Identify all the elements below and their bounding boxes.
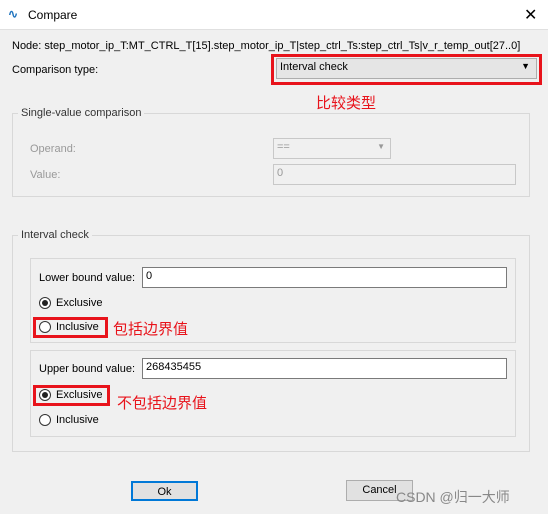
interval-title: Interval check [18,229,92,241]
radio-label: Exclusive [56,297,103,309]
ok-button[interactable]: Ok [131,481,198,501]
radio-label: Exclusive [56,389,103,401]
upper-exclusive-radio[interactable]: Exclusive [39,389,103,402]
radio-icon [39,297,51,310]
radio-icon [39,321,51,334]
radio-icon [39,414,51,427]
chevron-down-icon: ▼ [521,61,530,71]
title-bar: ∿ Compare ✕ [0,0,548,30]
lower-bound-input[interactable]: 0 [142,267,507,288]
radio-label: Inclusive [56,414,99,426]
lower-inclusive-radio[interactable]: Inclusive [39,321,99,334]
operand-select[interactable]: == ▼ [273,138,391,159]
radio-icon [39,389,51,402]
annotation-exclusive: 不包括边界值 [117,395,208,412]
value-input[interactable]: 0 [273,164,516,185]
annotation-comparison-type: 比较类型 [316,95,377,112]
comparison-type-select[interactable]: Interval check ▼ [276,58,537,79]
annotation-inclusive: 包括边界值 [113,321,189,338]
chevron-down-icon: ▼ [377,142,385,151]
upper-bound-input[interactable]: 268435455 [142,358,507,379]
lower-bound-label: Lower bound value: [39,272,136,284]
radio-label: Inclusive [56,321,99,333]
waveform-icon: ∿ [8,7,19,21]
watermark: CSDN @归一大师 [396,489,510,505]
upper-bound-label: Upper bound value: [39,363,136,375]
close-icon[interactable]: ✕ [524,5,537,25]
comparison-type-label: Comparison type: [12,64,99,76]
lower-exclusive-radio[interactable]: Exclusive [39,297,103,310]
window-title: Compare [28,8,78,22]
comparison-type-value: Interval check [280,61,348,73]
node-label: Node: step_motor_ip_T:MT_CTRL_T[15].step… [12,40,521,52]
operand-value: == [277,141,290,153]
single-value-title: Single-value comparison [18,107,145,119]
value-label: Value: [30,169,61,181]
upper-inclusive-radio[interactable]: Inclusive [39,414,99,427]
operand-label: Operand: [30,143,76,155]
